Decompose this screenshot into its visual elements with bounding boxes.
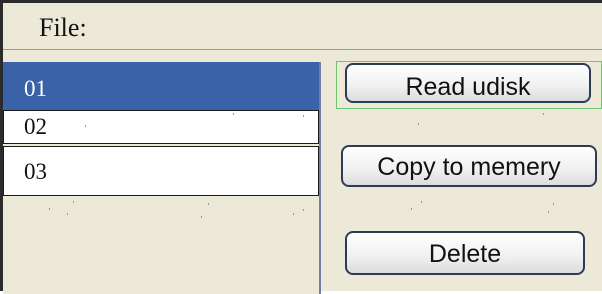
delete-button[interactable]: Delete (345, 231, 585, 275)
read-udisk-button[interactable]: Read udisk (345, 63, 591, 103)
header-divider (3, 49, 602, 50)
file-list-item[interactable]: 02 (3, 110, 319, 144)
file-list-item[interactable]: 03 (3, 146, 319, 196)
file-list-item[interactable]: 01 (3, 62, 319, 110)
file-header-label: File: (39, 13, 87, 42)
file-list[interactable]: 01 02 03 (3, 62, 321, 294)
file-dialog: File: 01 02 03 Read udisk Copy to memery… (0, 0, 602, 294)
copy-to-memory-button[interactable]: Copy to memery (341, 145, 597, 187)
